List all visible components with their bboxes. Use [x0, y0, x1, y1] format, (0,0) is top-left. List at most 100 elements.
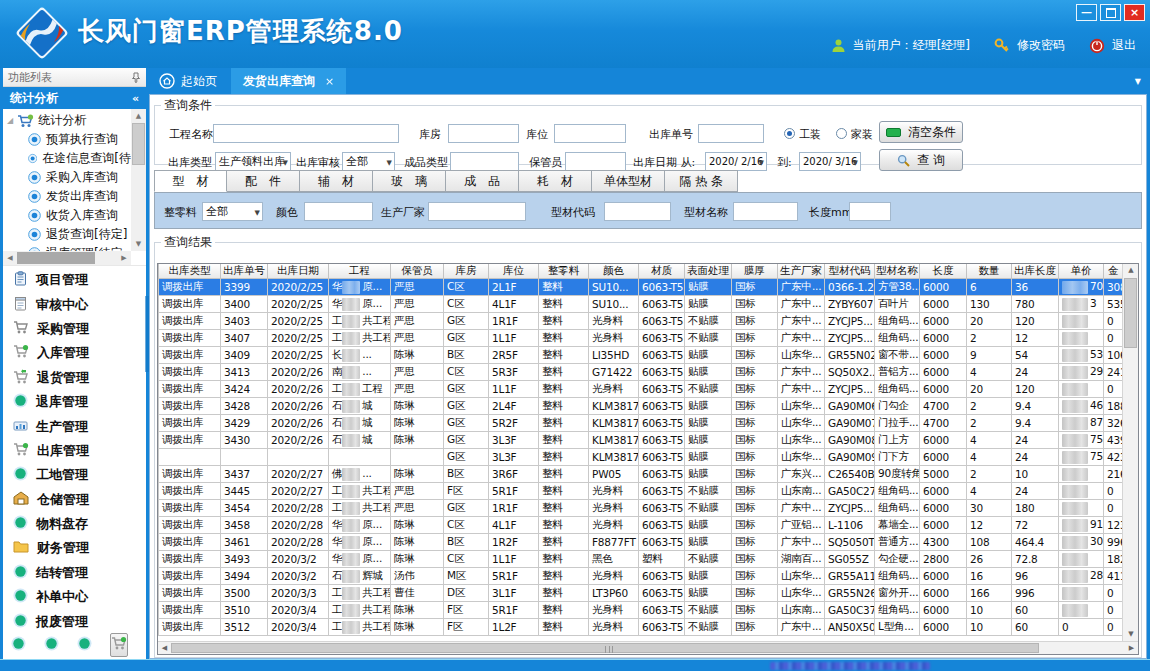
table-row[interactable]: 调拨出库34372020/2/27佛...陈琳B区3R6F整料PW056063-… [159, 466, 1123, 483]
sidebar-item-生产管理[interactable]: 生产管理 [3, 414, 146, 438]
scroll-left-icon[interactable]: ◀ [3, 251, 17, 265]
project-name-input[interactable] [213, 124, 399, 143]
warehouse-input[interactable] [448, 124, 519, 143]
name-input[interactable] [733, 202, 798, 221]
material-tab-玻璃[interactable]: 玻 璃 [373, 170, 446, 192]
cart-footer-button[interactable] [110, 633, 128, 657]
column-header[interactable]: 库房 [444, 264, 489, 279]
tree-item[interactable]: 发货出库查询 [3, 187, 131, 206]
table-row[interactable]: 调拨出库34292020/2/26石城陈琳G区5R2F整料KLM38176063… [159, 415, 1123, 432]
collapse-icon[interactable]: « [132, 92, 139, 105]
sidebar-item-退货管理[interactable]: 退货管理 [3, 366, 146, 390]
table-row[interactable]: 调拨出库34302020/2/26石城陈琳G区3L3F整料KLM38176063… [159, 432, 1123, 449]
column-header[interactable]: 保管员 [391, 264, 444, 279]
column-header[interactable]: 型材代码 [825, 264, 875, 279]
tree-item[interactable]: 退库管理[待定 [3, 244, 131, 251]
scroll-left-icon[interactable]: ◀ [158, 642, 171, 655]
table-row[interactable]: 调拨出库35122020/3/4工共工程陈琳F区1L2F整料光身料6063-T5… [159, 619, 1123, 636]
column-header[interactable]: 数量 [967, 264, 1012, 279]
close-button[interactable]: × [1124, 4, 1145, 21]
sidebar-item-结转管理[interactable]: 结转管理 [3, 561, 146, 585]
length-input[interactable] [849, 202, 891, 221]
column-header[interactable]: 生产厂家 [778, 264, 825, 279]
green-dot-icon[interactable] [11, 636, 26, 655]
scroll-down-icon[interactable]: ▼ [131, 237, 146, 251]
audit-select[interactable]: 全部▼ [342, 152, 395, 171]
change-password-link[interactable]: 修改密码 [1017, 37, 1065, 54]
column-header[interactable]: 工程 [329, 264, 391, 279]
sidebar-item-审核中心[interactable]: 审核中心 [3, 292, 146, 316]
scroll-right-icon[interactable]: ▶ [117, 251, 131, 265]
tree-root-item[interactable]: ◢统计分析 [3, 111, 131, 130]
column-header[interactable]: 表面处理 [685, 264, 732, 279]
tree-vertical-scrollbar[interactable]: ▲ ▼ [131, 109, 146, 251]
column-header[interactable]: 型材名称 [875, 264, 920, 279]
green-dot-icon[interactable] [77, 636, 92, 655]
column-header[interactable]: 金 [1104, 264, 1123, 279]
column-header[interactable]: 出库单号 [221, 264, 268, 279]
column-header[interactable]: 出库日期 [268, 264, 329, 279]
material-tab-耗材[interactable]: 耗 材 [519, 170, 592, 192]
material-tab-单体型材[interactable]: 单体型材 [592, 170, 665, 192]
date-from-select[interactable]: 2020/ 2/16▼ [705, 152, 767, 171]
tree-item[interactable]: 采购入库查询 [3, 168, 131, 187]
sidebar-item-物料盘存[interactable]: 物料盘存 [3, 512, 146, 536]
green-dot-icon[interactable] [44, 636, 59, 655]
material-tab-型材[interactable]: 型 材 [154, 170, 227, 192]
search-button[interactable]: 查 询 [879, 149, 963, 171]
table-row[interactable]: 调拨出库34282020/2/26石城陈琳G区2L4F整料KLM38176063… [159, 398, 1123, 415]
table-row[interactable]: 调拨出库35002020/3/3工共工程曹佳D区3L1F整料LT3P606063… [159, 585, 1123, 602]
logout-link[interactable]: 退出 [1112, 37, 1136, 54]
table-row[interactable]: 调拨出库34242020/2/26工工程严思G区1L1F整料光身料6063-T5… [159, 381, 1123, 398]
tree-item[interactable]: 预算执行查询 [3, 130, 131, 149]
tabbar-dropdown-icon[interactable]: ▼ [1135, 77, 1147, 86]
clear-conditions-button[interactable]: 清空条件 [879, 121, 963, 143]
sidebar-item-项目管理[interactable]: 项目管理 [3, 268, 146, 292]
sidebar-item-补单中心[interactable]: 补单中心 [3, 585, 146, 609]
tree-horizontal-scrollbar[interactable]: ◀ ▶ [3, 251, 131, 265]
sidebar-item-出库管理[interactable]: 出库管理 [3, 439, 146, 463]
color-input[interactable] [304, 202, 373, 221]
sidebar-group-header[interactable]: 统计分析 « [3, 87, 146, 109]
table-row[interactable]: 调拨出库34032020/2/25工共工程严思G区1R1F整料光身料6063-T… [159, 313, 1123, 330]
radio-jiazhuang[interactable] [836, 128, 847, 139]
table-row[interactable]: G区3L3F整料KLM38176063-T5贴膜国标山东华...GA90M09.… [159, 449, 1123, 466]
sidebar-item-采购管理[interactable]: 采购管理 [3, 317, 146, 341]
sidebar-item-工地管理[interactable]: 工地管理 [3, 463, 146, 487]
table-row[interactable]: 调拨出库34002020/2/25华原...严思C区4L1F整料SU10...6… [159, 296, 1123, 313]
table-vertical-scrollbar[interactable]: ▲ ▼ [1122, 264, 1138, 641]
column-header[interactable]: 单价 [1059, 264, 1104, 279]
sidebar-item-退库管理[interactable]: 退库管理 [3, 390, 146, 414]
out-type-select[interactable]: 生产领料出库▼ [215, 152, 291, 171]
whole-part-select[interactable]: 全部▼ [202, 202, 263, 221]
tab-active[interactable]: 发货出库查询 × [231, 68, 346, 94]
column-header[interactable]: 颜色 [589, 264, 639, 279]
table-row[interactable]: 调拨出库34092020/2/25长...陈琳B区2R5F整料LI35HD606… [159, 347, 1123, 364]
location-input[interactable] [554, 124, 626, 143]
column-header[interactable]: 整零料 [539, 264, 589, 279]
pin-icon[interactable] [131, 72, 141, 83]
material-tab-成品[interactable]: 成 品 [446, 170, 519, 192]
table-row[interactable]: 调拨出库34542020/2/28工共工程严思G区1R1F整料光身料6063-T… [159, 500, 1123, 517]
column-header[interactable]: 库位 [489, 264, 539, 279]
date-to-select[interactable]: 2020/ 3/16▼ [799, 152, 861, 171]
sidebar-item-入库管理[interactable]: 入库管理 [3, 341, 146, 365]
maker-input[interactable] [428, 202, 526, 221]
out-no-input[interactable] [698, 124, 764, 143]
column-header[interactable]: 长度 [920, 264, 967, 279]
scroll-right-icon[interactable]: ▶ [1125, 642, 1138, 655]
sidebar-item-财务管理[interactable]: 财务管理 [3, 536, 146, 560]
radio-gongzhuang[interactable] [784, 128, 795, 139]
table-row[interactable]: 调拨出库34932020/3/2华原...陈琳C区1L1F整料黑色塑料不贴膜国标… [159, 551, 1123, 568]
code-input[interactable] [604, 202, 671, 221]
material-tab-隔热条[interactable]: 隔 热 条 [665, 170, 738, 192]
column-header[interactable]: 出库类型 [159, 264, 221, 279]
minimize-button[interactable]: — [1076, 4, 1097, 21]
product-type-input[interactable] [450, 152, 519, 171]
table-row[interactable]: 调拨出库34072020/2/25工共工程严思G区1L1F整料光身料6063-T… [159, 330, 1123, 347]
sidebar-item-仓储管理[interactable]: 仓储管理 [3, 488, 146, 512]
material-tab-辅材[interactable]: 辅 材 [300, 170, 373, 192]
table-row[interactable]: 调拨出库33992020/2/25华原...严思C区2L1F整料SU10...6… [159, 279, 1123, 296]
table-row[interactable]: 调拨出库34582020/2/28华原...陈琳C区4L1F整料光身料6063-… [159, 517, 1123, 534]
column-header[interactable]: 膜厚 [732, 264, 778, 279]
